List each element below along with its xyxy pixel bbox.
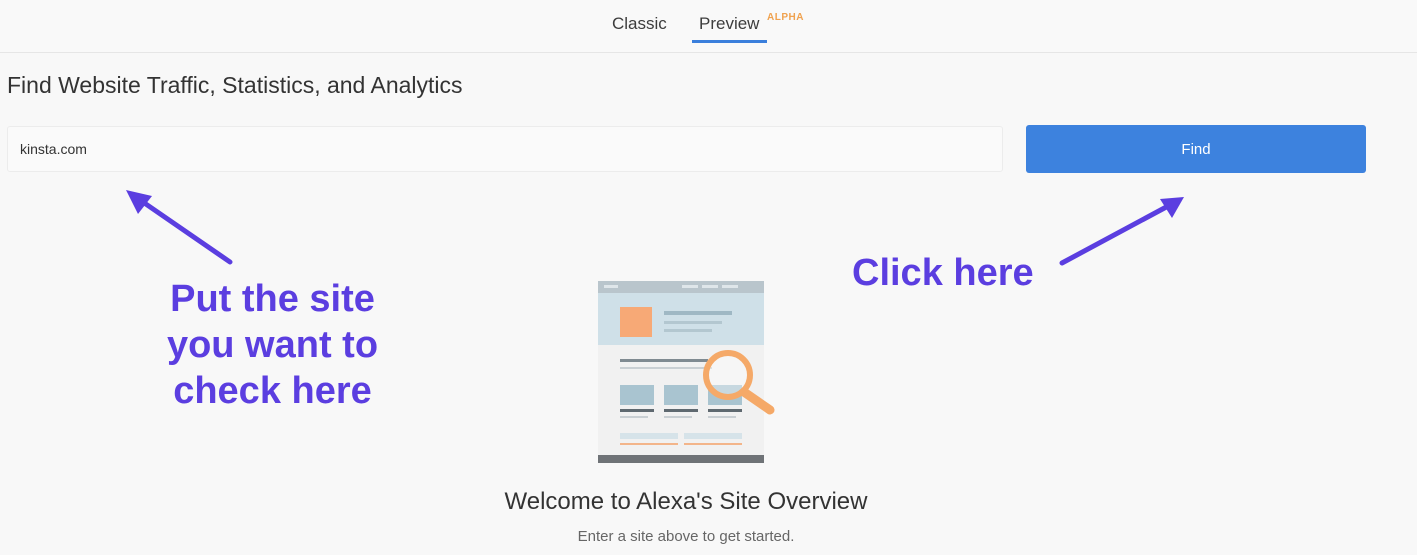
annotation-left-line: Put the site [170,278,375,320]
annotation-left: Put the site you want to check here [140,276,405,414]
welcome-subtitle: Enter a site above to get started. [577,528,795,545]
annotation-left-line: check here [173,370,372,412]
arrow-left [126,190,233,265]
annotation-right: Click here [852,252,1034,294]
welcome-title: Welcome to Alexa's Site Overview [504,488,868,515]
annotation-left-line: you want to [166,324,379,366]
site-overview-illustration [598,281,775,463]
arrow-right [1059,197,1184,266]
